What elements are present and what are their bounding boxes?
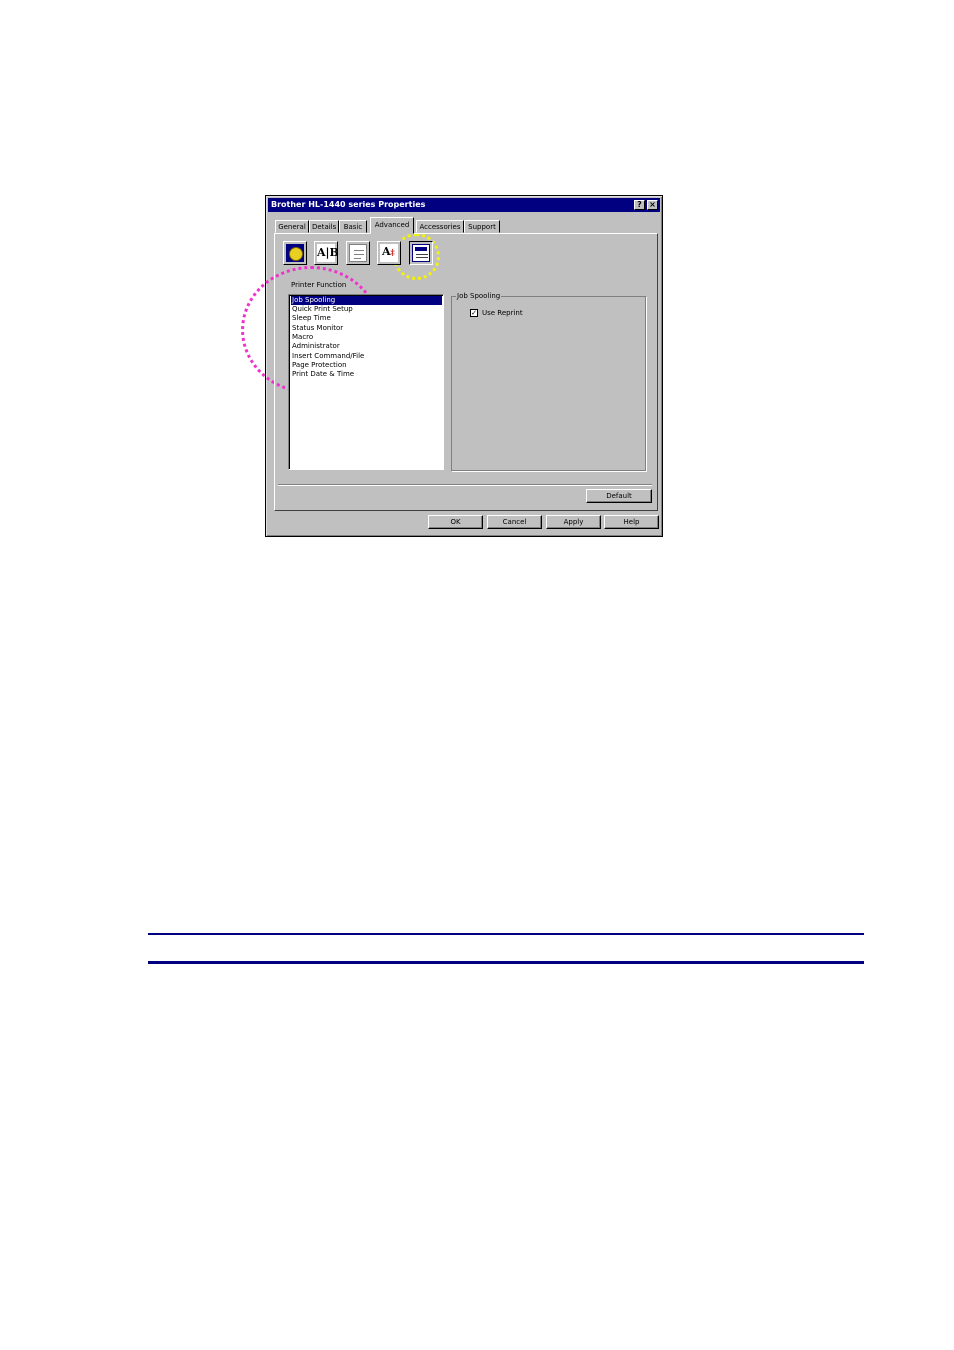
- list-item-print-date-time[interactable]: Print Date & Time: [291, 370, 442, 379]
- list-item-sleep-time[interactable]: Sleep Time: [291, 314, 442, 323]
- list-item-insert-command-file[interactable]: Insert Command/File: [291, 352, 442, 361]
- cancel-button[interactable]: Cancel: [487, 515, 542, 529]
- list-item-status-monitor[interactable]: Status Monitor: [291, 324, 442, 333]
- job-spooling-group: Job Spooling ✓ Use Reprint: [451, 292, 646, 471]
- properties-dialog: Brother HL-1440 series Properties ? × Ge…: [265, 195, 663, 537]
- group-title: Job Spooling: [456, 292, 502, 301]
- apply-button[interactable]: Apply: [546, 515, 601, 529]
- ok-button[interactable]: OK: [428, 515, 483, 529]
- separator: [278, 484, 652, 486]
- duplex-icon[interactable]: A|B: [314, 241, 339, 265]
- watermark-icon[interactable]: [346, 241, 370, 265]
- printer-function-label: Printer Function: [291, 281, 347, 289]
- use-reprint-label: Use Reprint: [482, 309, 523, 317]
- page-setting-icon[interactable]: A‡: [377, 241, 401, 265]
- top-rule: [148, 933, 864, 935]
- list-item-macro[interactable]: Macro: [291, 333, 442, 342]
- bottom-rule: [148, 961, 864, 964]
- print-quality-icon[interactable]: [283, 241, 307, 265]
- use-reprint-checkbox[interactable]: ✓: [470, 309, 478, 317]
- list-item-quick-print-setup[interactable]: Quick Print Setup: [291, 305, 442, 314]
- device-options-icon[interactable]: [409, 241, 433, 265]
- list-item-job-spooling[interactable]: Job Spooling: [291, 296, 442, 305]
- list-item-administrator[interactable]: Administrator: [291, 342, 442, 351]
- printer-function-list[interactable]: Job Spooling Quick Print Setup Sleep Tim…: [288, 294, 444, 470]
- help-button[interactable]: Help: [604, 515, 659, 529]
- list-item-page-protection[interactable]: Page Protection: [291, 361, 442, 370]
- default-button[interactable]: Default: [586, 489, 652, 503]
